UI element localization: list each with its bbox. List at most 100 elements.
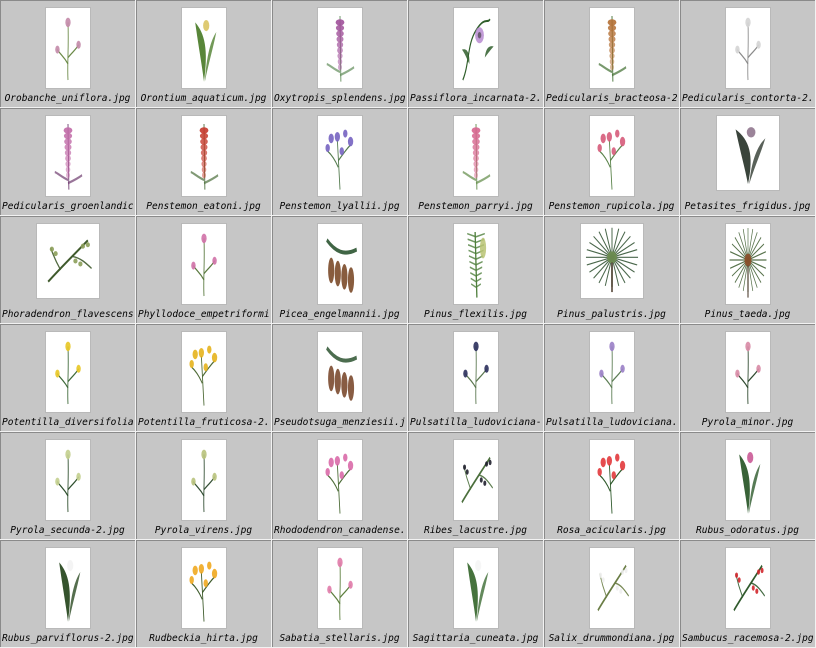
thumbnail-filename: Rubus_parviflorus-2.jpg [2, 633, 133, 644]
thumbnail-cell[interactable]: Pinus_taeda.jpg [680, 216, 816, 324]
thumbnail-image [725, 548, 770, 628]
thumbnail-filename: Rudbeckia_hirta.jpg [149, 633, 258, 644]
thumbnail-cell[interactable]: Phyllodoce_empetriformis... [136, 216, 272, 324]
thumbnail-image [181, 332, 226, 412]
thumbnail-cell[interactable]: Rubus_parviflorus-2.jpg [0, 540, 136, 648]
thumbnail-image [453, 116, 498, 196]
thumbnail-cell[interactable]: Pinus_flexilis.jpg [408, 216, 544, 324]
thumbnail-filename: Orobanche_uniflora.jpg [4, 93, 131, 104]
thumbnail-image [725, 224, 770, 304]
thumbnail-cell[interactable]: Pyrola_secunda-2.jpg [0, 432, 136, 540]
thumbnail-filename: Potentilla_diversifolia.jpg [2, 417, 133, 428]
thumbnail-filename: Pinus_flexilis.jpg [424, 309, 527, 320]
thumbnail-filename: Picea_engelmannii.jpg [279, 309, 400, 320]
thumbnail-filename: Rhododendron_canadense.jpg [274, 525, 405, 536]
thumbnail-cell[interactable]: Pyrola_minor.jpg [680, 324, 816, 432]
thumbnail-image [453, 332, 498, 412]
thumbnail-cell[interactable]: Rudbeckia_hirta.jpg [136, 540, 272, 648]
thumbnail-filename: Petasites_frigidus.jpg [684, 201, 811, 212]
thumbnail-filename: Rosa_acicularis.jpg [557, 525, 666, 536]
thumbnail-filename: Pyrola_minor.jpg [701, 417, 794, 428]
thumbnail-cell[interactable]: Orontium_aquaticum.jpg [136, 0, 272, 108]
thumbnail-cell[interactable]: Pedicularis_contorta-2.jpg [680, 0, 816, 108]
thumbnail-cell[interactable]: Penstemon_rupicola.jpg [544, 108, 680, 216]
thumbnail-image [45, 440, 90, 520]
thumbnail-filename: Pulsatilla_ludoviciana-2.jpg [410, 417, 541, 428]
thumbnail-cell[interactable]: Pinus_palustris.jpg [544, 216, 680, 324]
thumbnail-image [181, 224, 226, 304]
thumbnail-cell[interactable]: Pyrola_virens.jpg [136, 432, 272, 540]
thumbnail-filename: Penstemon_rupicola.jpg [548, 201, 675, 212]
thumbnail-cell[interactable]: Pulsatilla_ludoviciana-2.jpg [408, 324, 544, 432]
thumbnail-cell[interactable]: Sagittaria_cuneata.jpg [408, 540, 544, 648]
thumbnail-cell[interactable]: Phoradendron_flavescens.j... [0, 216, 136, 324]
thumbnail-image [181, 548, 226, 628]
thumbnail-filename: Ribes_lacustre.jpg [424, 525, 527, 536]
thumbnail-cell[interactable]: Petasites_frigidus.jpg [680, 108, 816, 216]
thumbnail-image [317, 332, 362, 412]
thumbnail-cell[interactable]: Pseudotsuga_menziesii.jpg [272, 324, 408, 432]
thumbnail-filename: Passiflora_incarnata-2.jpg [410, 93, 541, 104]
thumbnail-filename: Pulsatilla_ludoviciana.jpg [546, 417, 677, 428]
thumbnail-image [317, 548, 362, 628]
thumbnail-image [589, 8, 634, 88]
thumbnail-image [716, 116, 779, 190]
thumbnail-image [589, 548, 634, 628]
thumbnail-filename: Rubus_odoratus.jpg [696, 525, 799, 536]
thumbnail-grid: Orobanche_uniflora.jpg Orontium_aquaticum… [0, 0, 816, 648]
thumbnail-filename: Penstemon_lyallii.jpg [279, 201, 400, 212]
thumbnail-image [725, 440, 770, 520]
thumbnail-filename: Salix_drummondiana.jpg [548, 633, 675, 644]
thumbnail-image [589, 116, 634, 196]
thumbnail-image [317, 116, 362, 196]
thumbnail-cell[interactable]: Rubus_odoratus.jpg [680, 432, 816, 540]
thumbnail-cell[interactable]: Salix_drummondiana.jpg [544, 540, 680, 648]
thumbnail-image [45, 548, 90, 628]
thumbnail-cell[interactable]: Rhododendron_canadense.jpg [272, 432, 408, 540]
thumbnail-cell[interactable]: Penstemon_eatoni.jpg [136, 108, 272, 216]
thumbnail-image [181, 8, 226, 88]
thumbnail-filename: Phyllodoce_empetriformis... [138, 309, 269, 320]
thumbnail-cell[interactable]: Picea_engelmannii.jpg [272, 216, 408, 324]
thumbnail-image [36, 224, 99, 298]
thumbnail-cell[interactable]: Ribes_lacustre.jpg [408, 432, 544, 540]
thumbnail-cell[interactable]: Penstemon_parryi.jpg [408, 108, 544, 216]
thumbnail-filename: Pedicularis_bracteosa-2.jpg [546, 93, 677, 104]
thumbnail-filename: Pinus_palustris.jpg [557, 309, 666, 320]
thumbnail-image [580, 224, 643, 298]
thumbnail-cell[interactable]: Pedicularis_bracteosa-2.jpg [544, 0, 680, 108]
thumbnail-image [317, 440, 362, 520]
thumbnail-image [453, 8, 498, 88]
thumbnail-filename: Pedicularis_groenlandica-... [2, 201, 133, 212]
thumbnail-cell[interactable]: Sabatia_stellaris.jpg [272, 540, 408, 648]
thumbnail-cell[interactable]: Potentilla_fruticosa-2.jpg [136, 324, 272, 432]
thumbnail-cell[interactable]: Orobanche_uniflora.jpg [0, 0, 136, 108]
thumbnail-image [317, 224, 362, 304]
thumbnail-filename: Potentilla_fruticosa-2.jpg [138, 417, 269, 428]
thumbnail-image [453, 224, 498, 304]
thumbnail-image [181, 116, 226, 196]
thumbnail-filename: Orontium_aquaticum.jpg [140, 93, 267, 104]
thumbnail-image [725, 8, 770, 88]
thumbnail-filename: Pyrola_virens.jpg [154, 525, 253, 536]
thumbnail-image [317, 8, 362, 88]
thumbnail-cell[interactable]: Sambucus_racemosa-2.jpg [680, 540, 816, 648]
thumbnail-cell[interactable]: Passiflora_incarnata-2.jpg [408, 0, 544, 108]
thumbnail-filename: Pedicularis_contorta-2.jpg [682, 93, 813, 104]
thumbnail-image [181, 440, 226, 520]
thumbnail-image [589, 440, 634, 520]
thumbnail-image [45, 8, 90, 88]
thumbnail-filename: Penstemon_eatoni.jpg [146, 201, 261, 212]
thumbnail-cell[interactable]: Rosa_acicularis.jpg [544, 432, 680, 540]
thumbnail-cell[interactable]: Oxytropis_splendens.jpg [272, 0, 408, 108]
thumbnail-image [453, 548, 498, 628]
thumbnail-image [45, 332, 90, 412]
thumbnail-filename: Pyrola_secunda-2.jpg [10, 525, 125, 536]
thumbnail-cell[interactable]: Pulsatilla_ludoviciana.jpg [544, 324, 680, 432]
thumbnail-filename: Penstemon_parryi.jpg [418, 201, 533, 212]
thumbnail-cell[interactable]: Penstemon_lyallii.jpg [272, 108, 408, 216]
thumbnail-cell[interactable]: Potentilla_diversifolia.jpg [0, 324, 136, 432]
thumbnail-filename: Sagittaria_cuneata.jpg [412, 633, 539, 644]
thumbnail-cell[interactable]: Pedicularis_groenlandica-... [0, 108, 136, 216]
thumbnail-image [453, 440, 498, 520]
